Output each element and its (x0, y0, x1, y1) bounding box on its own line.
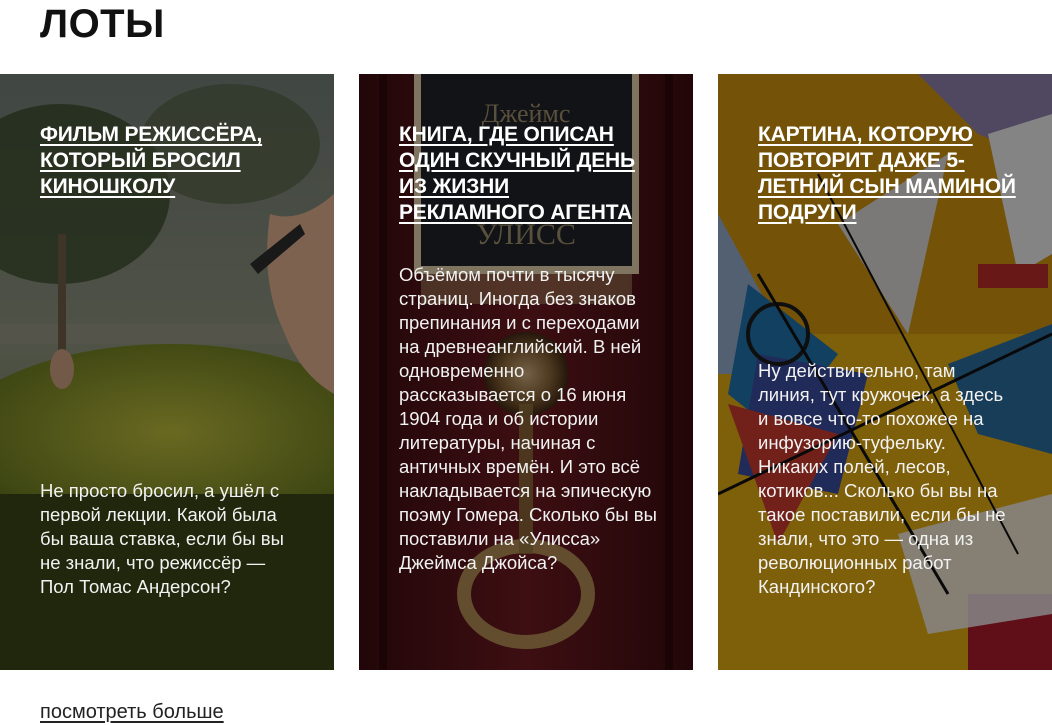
lot-title[interactable]: ФИЛЬМ РЕЖИССЁРА, КОТОРЫЙ БРОСИЛ КИНОШКОЛ… (40, 122, 300, 200)
lot-card-book[interactable]: Джеймс УЛИСС КНИГА, ГДЕ ОПИСАН ОДИН СКУЧ… (359, 74, 693, 670)
lot-description: Не просто бросил, а ушёл с первой лекции… (40, 480, 284, 597)
lots-grid: ФИЛЬМ РЕЖИССЁРА, КОТОРЫЙ БРОСИЛ КИНОШКОЛ… (0, 74, 1052, 670)
lot-card-painting[interactable]: КАРТИНА, КОТОРУЮ ПОВТОРИТ ДАЖЕ 5-ЛЕТНИЙ … (718, 74, 1052, 670)
lot-card-film[interactable]: ФИЛЬМ РЕЖИССЁРА, КОТОРЫЙ БРОСИЛ КИНОШКОЛ… (0, 74, 334, 670)
lot-title[interactable]: КАРТИНА, КОТОРУЮ ПОВТОРИТ ДАЖЕ 5-ЛЕТНИЙ … (758, 122, 1018, 226)
show-more-link[interactable]: посмотреть больше (40, 700, 224, 724)
lot-description: Объёмом почти в тысячу страниц. Иногда б… (399, 264, 657, 573)
section-title: ЛОТЫ (40, 2, 165, 46)
lot-description: Ну действительно, там линия, тут кружоче… (758, 360, 1006, 597)
lot-title[interactable]: КНИГА, ГДЕ ОПИСАН ОДИН СКУЧНЫЙ ДЕНЬ ИЗ Ж… (399, 122, 659, 226)
